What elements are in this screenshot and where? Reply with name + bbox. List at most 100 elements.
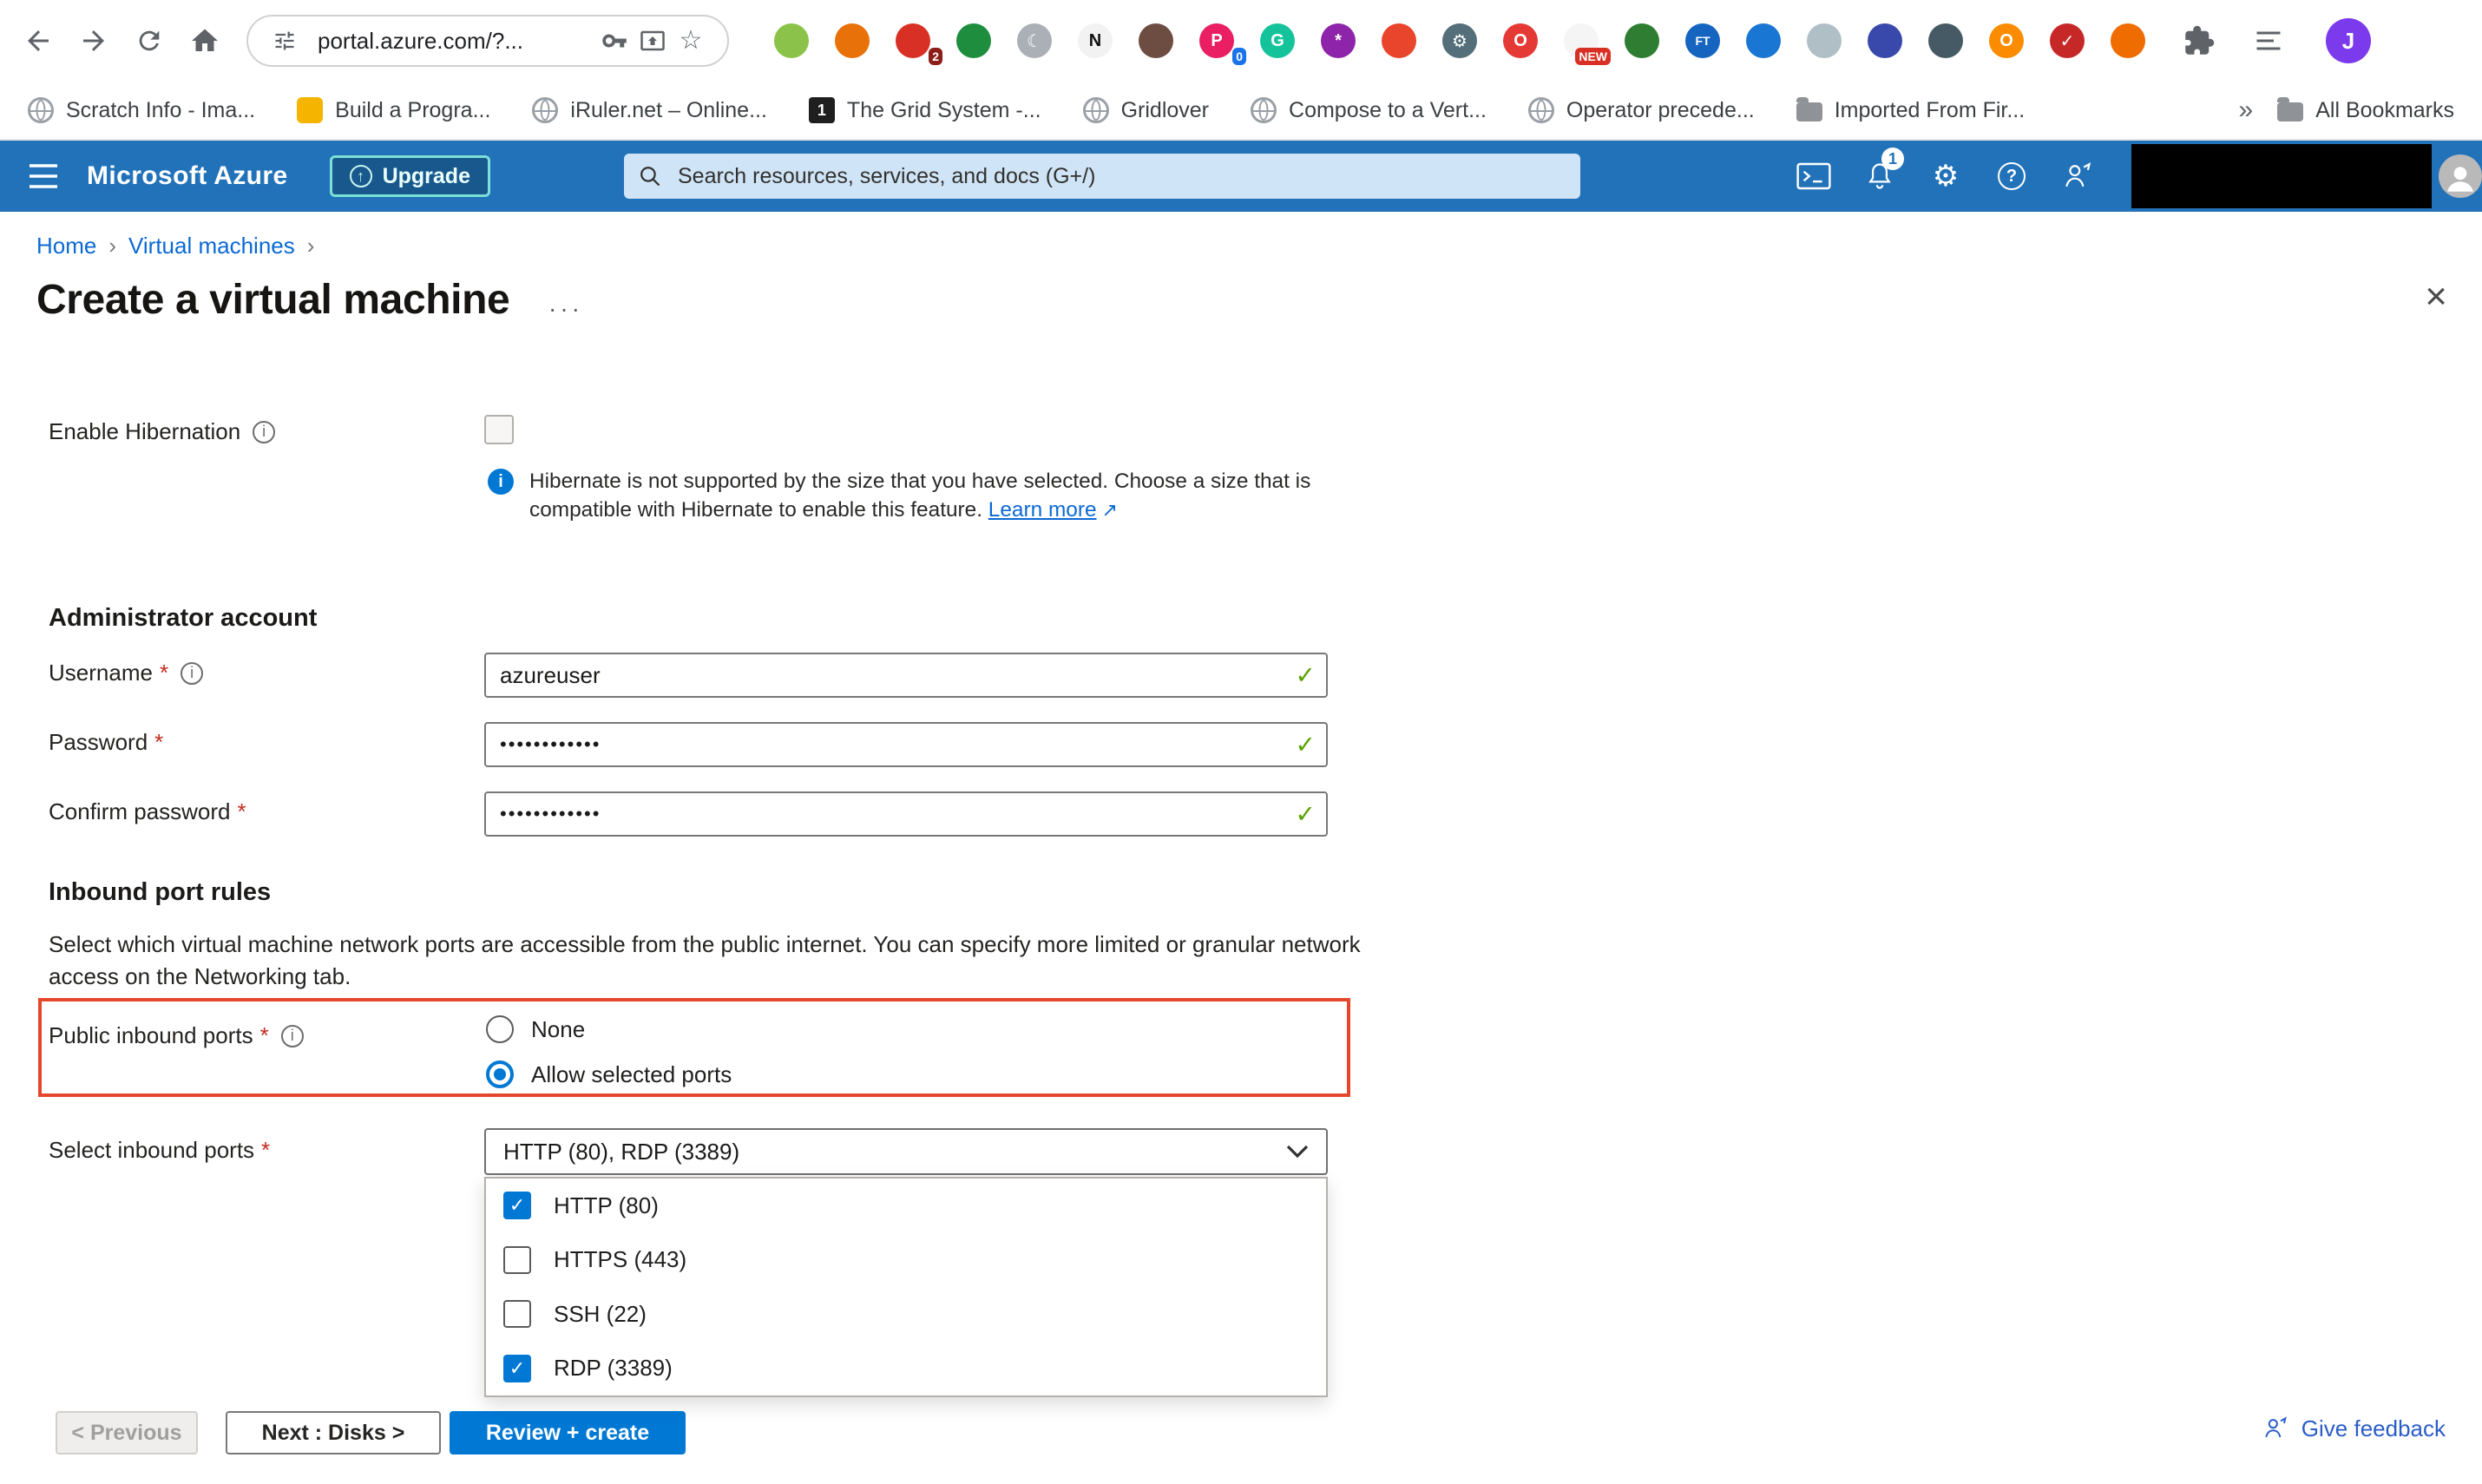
password-key-icon[interactable] — [595, 22, 634, 60]
port-option-rdp-3389[interactable]: ✓ RDP (3389) — [486, 1342, 1326, 1396]
folder-icon — [2277, 97, 2304, 121]
checkbox-unchecked-icon[interactable] — [503, 1245, 531, 1274]
ext-orange-box-icon[interactable] — [835, 23, 870, 58]
ext-purple-icon[interactable]: * — [1321, 23, 1356, 58]
more-options-icon[interactable]: ··· — [548, 295, 583, 323]
required-asterisk: * — [261, 1137, 271, 1163]
ext-red-icon[interactable]: 2 — [896, 23, 942, 65]
hibernation-checkbox[interactable] — [484, 415, 514, 444]
inbound-section-title: Inbound port rules — [49, 878, 272, 906]
ext-ft-icon[interactable]: FT — [1685, 23, 1720, 58]
ext-brown-icon[interactable] — [1139, 23, 1173, 58]
ext-sheets-icon[interactable] — [956, 23, 991, 58]
ext-tree-icon[interactable] — [1625, 23, 1659, 58]
settings-gear-icon[interactable]: ⚙ — [1913, 141, 1979, 212]
user-avatar-icon[interactable] — [2439, 154, 2482, 198]
radio-selected-icon[interactable] — [486, 1060, 514, 1088]
cloud-shell-icon[interactable] — [1781, 141, 1847, 212]
hibernation-label: Enable Hibernation i — [49, 418, 276, 445]
bookmark-item[interactable]: Imported From Fir... — [1796, 97, 2025, 123]
ext-file-icon[interactable] — [1807, 23, 1842, 58]
azure-search-bar[interactable] — [623, 154, 1580, 199]
bookmark-item[interactable]: Build a Progra... — [297, 97, 490, 123]
azure-brand[interactable]: Microsoft Azure — [87, 161, 288, 191]
info-icon[interactable]: i — [253, 420, 276, 443]
ext-notion-icon[interactable]: N — [1078, 23, 1113, 58]
give-feedback-link[interactable]: Give feedback — [2262, 1415, 2446, 1442]
hamburger-menu-icon[interactable] — [0, 141, 87, 212]
port-option-http-80[interactable]: ✓ HTTP (80) — [486, 1179, 1326, 1233]
ext-vermilion-icon[interactable] — [1382, 23, 1416, 58]
username-input[interactable] — [484, 653, 1328, 698]
radio-label: Allow selected ports — [531, 1060, 732, 1087]
checkbox-checked-icon[interactable]: ✓ — [503, 1192, 531, 1220]
bookmarks-overflow-icon[interactable]: » — [2239, 95, 2254, 125]
radio-option-none[interactable]: None — [486, 1012, 585, 1047]
browser-toolbar: portal.azure.com/?... ☆ 2 ☾ N P 0 G * ⚙ O NEW FT O ✓… — [0, 0, 2482, 82]
bookmark-item[interactable]: Gridlover — [1082, 97, 1209, 123]
upgrade-button[interactable]: ↑ Upgrade — [329, 155, 490, 197]
bookmark-star-icon[interactable]: ☆ — [672, 22, 710, 60]
ext-orange-o-icon[interactable]: O — [1989, 23, 2024, 58]
ext-check-icon[interactable]: ✓ — [2050, 23, 2085, 58]
help-icon[interactable]: ? — [1979, 141, 2045, 212]
close-icon[interactable]: × — [2425, 278, 2447, 316]
info-icon[interactable]: i — [181, 661, 204, 685]
ext-slate-icon[interactable] — [1928, 23, 1963, 58]
confirm-password-input[interactable] — [484, 791, 1328, 837]
bookmark-item[interactable]: Operator precede... — [1527, 97, 1755, 123]
checkbox-checked-icon[interactable]: ✓ — [503, 1354, 531, 1382]
ext-amber-icon[interactable] — [2111, 23, 2145, 58]
reload-icon — [139, 30, 160, 51]
extensions-puzzle-icon[interactable] — [2183, 25, 2215, 56]
bookmark-item[interactable]: Compose to a Vert... — [1251, 97, 1487, 123]
bookmark-item[interactable]: 1 The Grid System -... — [808, 97, 1041, 123]
site-settings-icon[interactable] — [266, 22, 304, 60]
ext-grammarly-icon[interactable]: G — [1260, 23, 1295, 58]
port-option-ssh-22[interactable]: SSH (22) — [486, 1287, 1326, 1342]
back-button[interactable] — [10, 13, 66, 69]
bookmark-item[interactable]: Scratch Info - Ima... — [28, 97, 255, 123]
select-inbound-ports-label: Select inbound ports * — [49, 1137, 271, 1163]
forward-button[interactable] — [66, 13, 121, 69]
ext-pink-p-icon[interactable]: P0 — [1199, 23, 1246, 65]
reload-button[interactable] — [121, 13, 177, 69]
notifications-bell-icon[interactable]: 1 — [1847, 141, 1913, 212]
port-option-https-443[interactable]: HTTPS (443) — [486, 1233, 1326, 1288]
checkbox-unchecked-icon[interactable] — [503, 1300, 531, 1329]
info-icon[interactable]: i — [280, 1024, 304, 1047]
radio-option-allow-selected-ports[interactable]: Allow selected ports — [486, 1057, 732, 1092]
chevron-right-icon: › — [306, 233, 315, 259]
breadcrumb-home-link[interactable]: Home — [36, 233, 96, 259]
cast-icon[interactable] — [634, 22, 672, 60]
bookmark-item[interactable]: iRuler.net – Online... — [532, 97, 767, 123]
password-input[interactable] — [484, 722, 1328, 767]
confirm-password-field-wrap: ✓ — [484, 791, 1328, 837]
all-bookmarks-button[interactable]: All Bookmarks — [2277, 97, 2454, 123]
learn-more-link[interactable]: Learn more — [988, 498, 1097, 522]
ext-red-o-icon[interactable]: O — [1503, 23, 1538, 58]
select-inbound-ports-dropdown[interactable]: HTTP (80), RDP (3389) — [484, 1128, 1328, 1175]
ext-grid-icon[interactable] — [1868, 23, 1902, 58]
username-field-wrap: ✓ — [484, 653, 1328, 698]
previous-button[interactable]: < Previous — [56, 1411, 198, 1454]
ext-case-icon[interactable] — [1746, 23, 1781, 58]
ext-moon-icon[interactable]: ☾ — [1017, 23, 1052, 58]
review-create-button[interactable]: Review + create — [450, 1411, 686, 1454]
bookmark-globe-icon — [28, 97, 54, 123]
address-bar[interactable]: portal.azure.com/?... ☆ — [246, 15, 729, 67]
browser-profile-avatar[interactable]: J — [2326, 18, 2371, 63]
bookmark-badge-icon: 1 — [808, 97, 835, 123]
menu-lines-icon[interactable] — [2253, 25, 2284, 56]
feedback-icon[interactable] — [2045, 141, 2111, 212]
ext-new-icon[interactable]: NEW — [1564, 23, 1611, 65]
breadcrumb-virtual-machines-link[interactable]: Virtual machines — [128, 233, 295, 259]
ext-gear-icon[interactable]: ⚙ — [1442, 23, 1477, 58]
search-input[interactable] — [673, 161, 1566, 191]
ext-green-icon[interactable] — [774, 23, 809, 58]
admin-section-title: Administrator account — [49, 604, 318, 632]
next-disks-button[interactable]: Next : Disks > — [226, 1411, 441, 1454]
upgrade-arrow-icon: ↑ — [349, 165, 372, 187]
home-button[interactable] — [177, 13, 233, 69]
radio-unselected-icon[interactable] — [486, 1015, 514, 1043]
